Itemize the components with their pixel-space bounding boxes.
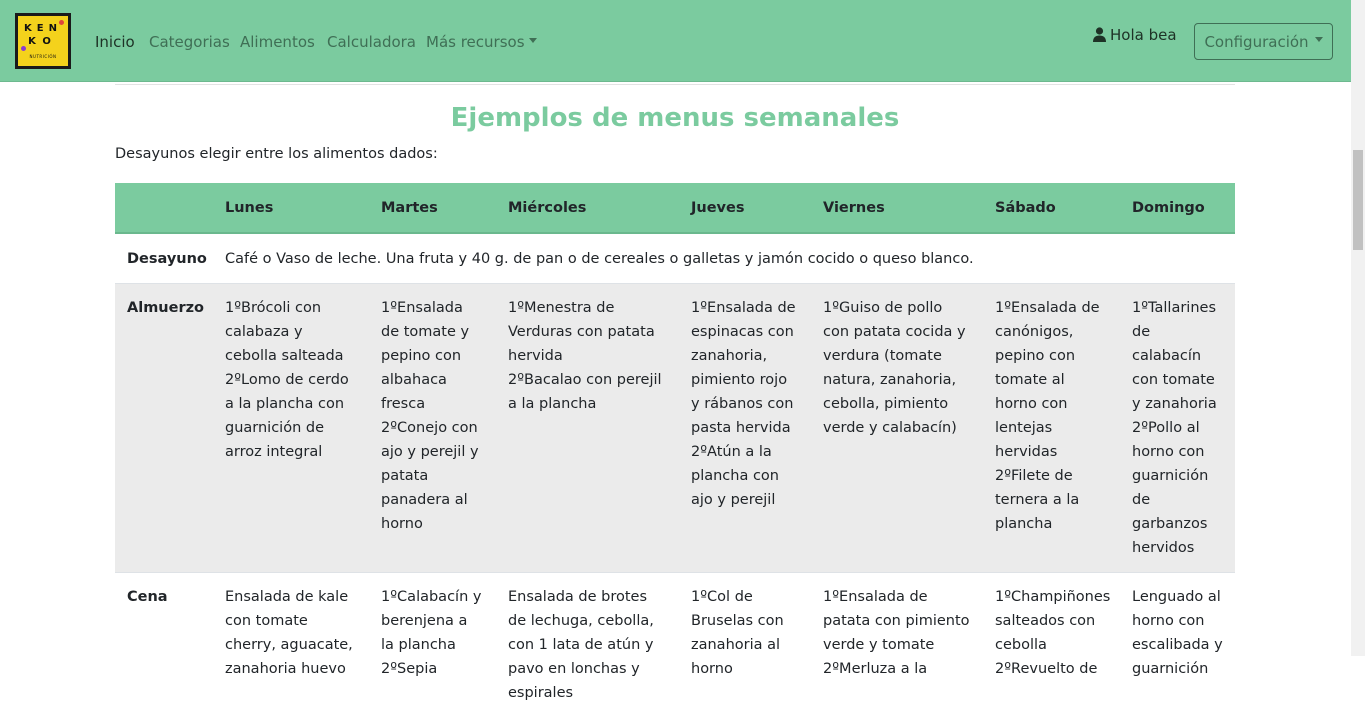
cell-line: 1ºEnsalada de canónigos, pepino con toma… <box>995 296 1108 464</box>
table-cell: 1ºGuiso de pollo con patata cocida y ver… <box>811 284 983 573</box>
top-navbar: KEN KO NUTRICIÓN Inicio Categorias Alime… <box>0 0 1351 82</box>
header-day: Martes <box>369 183 496 233</box>
breakfast-cell: Café o Vaso de leche. Una fruta y 40 g. … <box>213 233 1235 284</box>
cell-line: 1ºBrócoli con calabaza y cebolla saltead… <box>225 296 357 368</box>
table-header-row: Lunes Martes Miércoles Jueves Viernes Sá… <box>115 183 1235 233</box>
table-cell: Ensalada de kale con tomate cherry, agua… <box>213 573 369 717</box>
table-row-cena: Cena Ensalada de kale con tomate cherry,… <box>115 573 1235 717</box>
cell-line: 2ºLomo de cerdo a la plancha con guarnic… <box>225 368 357 464</box>
nav-inicio[interactable]: Inicio <box>95 33 135 51</box>
kenko-logo[interactable]: KEN KO NUTRICIÓN <box>15 13 71 69</box>
table-cell: 1ºEnsalada de canónigos, pepino con toma… <box>983 284 1120 573</box>
cell-line: Lenguado al horno con escalibada y guarn… <box>1132 585 1223 681</box>
table-cell: 1ºMenestra de Verduras con patata hervid… <box>496 284 679 573</box>
configuracion-dropdown-button[interactable]: Configuración <box>1194 23 1333 60</box>
table-cell: 1ºChampiñones salteados con cebolla2ºRev… <box>983 573 1120 717</box>
header-day: Miércoles <box>496 183 679 233</box>
table-cell: 1ºEnsalada de patata con pimiento verde … <box>811 573 983 717</box>
table-row-almuerzo: Almuerzo 1ºBrócoli con calabaza y ceboll… <box>115 284 1235 573</box>
logo-decoration <box>21 46 26 51</box>
user-icon <box>1093 27 1106 42</box>
table-cell: 1ºEnsalada de espinacas con zanahoria, p… <box>679 284 811 573</box>
cell-line: 2ºFilete de ternera a la plancha <box>995 464 1108 536</box>
nav-categorias[interactable]: Categorias <box>149 33 230 51</box>
nav-calculadora[interactable]: Calculadora <box>327 33 416 51</box>
nav-mas-recursos-dropdown[interactable]: Más recursos <box>426 33 537 51</box>
logo-text-line2: KO <box>18 36 68 47</box>
logo-tagline: NUTRICIÓN <box>18 54 68 59</box>
configuracion-label: Configuración <box>1204 33 1308 51</box>
row-label: Almuerzo <box>115 284 213 573</box>
table-cell: 1ºCol de Bruselas con zanahoria al horno <box>679 573 811 717</box>
table-cell: Ensalada de brotes de lechuga, cebolla, … <box>496 573 679 717</box>
intro-text: Desayunos elegir entre los alimentos dad… <box>115 146 438 162</box>
cell-line: 1ºCol de Bruselas con zanahoria al horno <box>691 585 799 681</box>
cell-line: 2ºConejo con ajo y perejil y patata pana… <box>381 416 484 536</box>
cell-line: 1ºCalabacín y berenjena a la plancha <box>381 585 484 657</box>
table-cell: 1ºEnsalada de tomate y pepino con albaha… <box>369 284 496 573</box>
header-day: Lunes <box>213 183 369 233</box>
table-cell: 1ºTallarines de calabacín con tomate y z… <box>1120 284 1235 573</box>
row-label: Cena <box>115 573 213 717</box>
header-day: Sábado <box>983 183 1120 233</box>
cell-line: 1ºGuiso de pollo con patata cocida y ver… <box>823 296 971 440</box>
page-title: Ejemplos de menus semanales <box>115 103 1235 133</box>
weekly-menu-table: Lunes Martes Miércoles Jueves Viernes Sá… <box>115 183 1235 717</box>
cell-line: 1ºEnsalada de espinacas con zanahoria, p… <box>691 296 799 440</box>
nav-mas-recursos-label: Más recursos <box>426 33 525 51</box>
divider <box>115 84 1235 85</box>
cell-line: 2ºPollo al horno con guarnición de garba… <box>1132 416 1223 560</box>
vertical-scrollbar[interactable] <box>1351 0 1365 656</box>
cell-line: 2ºAtún a la plancha con ajo y perejil <box>691 440 799 512</box>
table-cell: 1ºCalabacín y berenjena a la plancha2ºSe… <box>369 573 496 717</box>
cell-line: 2ºBacalao con perejil a la plancha <box>508 368 667 416</box>
header-day: Domingo <box>1120 183 1235 233</box>
cell-line: 1ºEnsalada de tomate y pepino con albaha… <box>381 296 484 416</box>
cell-line: 2ºRevuelto de <box>995 657 1108 681</box>
header-corner <box>115 183 213 233</box>
cell-line: 1ºEnsalada de patata con pimiento verde … <box>823 585 971 657</box>
user-greeting: Hola bea <box>1110 26 1177 44</box>
table-row-desayuno: Desayuno Café o Vaso de leche. Una fruta… <box>115 233 1235 284</box>
cell-line: Ensalada de brotes de lechuga, cebolla, … <box>508 585 667 705</box>
row-label: Desayuno <box>115 233 213 284</box>
cell-line: 1ºChampiñones salteados con cebolla <box>995 585 1108 657</box>
user-menu[interactable]: Hola bea <box>1093 26 1177 44</box>
cell-line: 1ºMenestra de Verduras con patata hervid… <box>508 296 667 368</box>
caret-down-icon <box>529 38 537 43</box>
table-cell: 1ºBrócoli con calabaza y cebolla saltead… <box>213 284 369 573</box>
cell-line: Ensalada de kale con tomate cherry, agua… <box>225 585 357 681</box>
cell-line: 2ºSepia <box>381 657 484 681</box>
scrollbar-thumb[interactable] <box>1353 150 1363 250</box>
header-day: Jueves <box>679 183 811 233</box>
cell-line: 1ºTallarines de calabacín con tomate y z… <box>1132 296 1223 416</box>
nav-alimentos[interactable]: Alimentos <box>240 33 315 51</box>
cell-line: 2ºMerluza a la <box>823 657 971 681</box>
header-day: Viernes <box>811 183 983 233</box>
caret-down-icon <box>1315 37 1323 42</box>
logo-text-line1: KEN <box>18 23 68 34</box>
table-cell: Lenguado al horno con escalibada y guarn… <box>1120 573 1235 717</box>
